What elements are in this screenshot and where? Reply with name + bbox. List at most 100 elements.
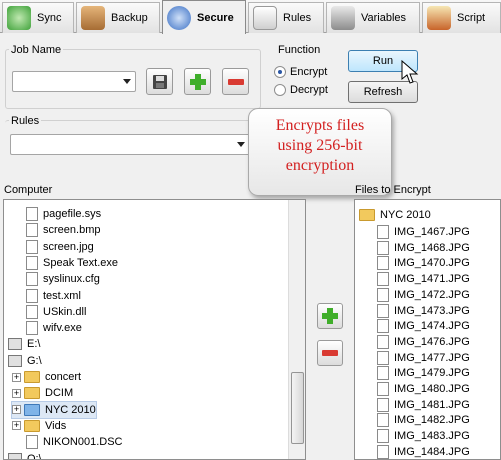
file-icon (26, 304, 38, 319)
add-job-button[interactable] (184, 68, 211, 95)
expand-icon[interactable]: + (12, 388, 21, 398)
tree-item[interactable]: wifv.exe (26, 320, 82, 336)
file-icon (377, 272, 389, 287)
file-row[interactable]: IMG_1471.JPG (377, 271, 470, 287)
tab-rules[interactable]: Rules (248, 2, 324, 33)
file-icon (26, 223, 38, 238)
delete-job-button[interactable] (222, 68, 249, 95)
file-row[interactable]: IMG_1468.JPG (377, 240, 470, 256)
plus-icon (322, 308, 338, 324)
files-tree[interactable]: NYC 2010 IMG_1467.JPG IMG_1468.JPG IMG_147… (354, 199, 501, 460)
file-icon (377, 444, 389, 459)
expand-icon[interactable]: + (12, 421, 21, 431)
file-icon (377, 256, 389, 271)
chevron-down-icon (123, 79, 131, 84)
file-icon (377, 240, 389, 255)
sync-icon (7, 6, 31, 30)
tree-item[interactable]: Speak Text.exe (26, 255, 118, 271)
file-icon (26, 435, 38, 450)
file-icon (377, 382, 389, 396)
job-name-combo[interactable] (12, 71, 136, 92)
remove-files-button[interactable] (317, 340, 343, 366)
box-icon (81, 6, 105, 30)
tree-item[interactable]: pagefile.sys (26, 206, 101, 222)
file-icon (377, 429, 389, 444)
files-root-folder[interactable]: NYC 2010 (359, 207, 431, 223)
rules-combo[interactable] (10, 134, 250, 155)
function-label: Function (276, 44, 323, 56)
computer-label: Computer (4, 184, 53, 196)
file-icon (26, 255, 38, 270)
tab-variables[interactable]: Variables (326, 2, 420, 33)
tab-secure[interactable]: Secure (162, 0, 246, 34)
tree-item[interactable]: screen.bmp (26, 222, 100, 238)
file-row[interactable]: IMG_1479.JPG (377, 365, 470, 381)
file-icon (377, 303, 389, 318)
tree-item[interactable]: + concert (12, 369, 81, 385)
tab-sync[interactable]: Sync (2, 2, 74, 33)
tree-item[interactable]: syslinux.cfg (26, 271, 100, 287)
computer-scrollbar[interactable] (288, 200, 305, 459)
file-row[interactable]: IMG_1472.JPG (377, 287, 470, 303)
tree-item[interactable]: screen.jpg (26, 239, 94, 255)
add-files-button[interactable] (317, 303, 343, 329)
file-row[interactable]: IMG_1482.JPG (377, 412, 470, 428)
file-row[interactable]: IMG_1477.JPG (377, 350, 470, 366)
scroll-thumb[interactable] (291, 372, 304, 444)
secure-panel: Job Name Function Encrypt Decrypt Run Re… (0, 33, 501, 460)
tree-item[interactable]: + DCIM (12, 385, 73, 401)
folder-icon (24, 419, 40, 432)
tree-item[interactable]: + NYC 2010 (11, 400, 97, 419)
file-row[interactable]: IMG_1483.JPG (377, 428, 470, 444)
file-row[interactable]: IMG_1467.JPG (377, 224, 470, 240)
tree-item[interactable]: G:\ (8, 353, 42, 369)
tree-item[interactable]: test.xml (26, 288, 81, 304)
save-icon (152, 74, 167, 89)
tab-bar: Sync Backup Secure Rules Variables Scrip… (0, 0, 501, 34)
radio-selected-icon (274, 66, 286, 78)
encrypt-radio[interactable]: Encrypt (274, 66, 327, 78)
file-icon (377, 413, 389, 428)
encrypt-tooltip: Encrypts files using 256-bit encryption (248, 108, 392, 196)
expand-icon[interactable]: + (12, 372, 21, 382)
expand-icon[interactable]: + (12, 405, 21, 415)
computer-tree[interactable]: pagefile.sys screen.bmp screen.jpg Speak Te… (3, 199, 306, 460)
file-row[interactable]: IMG_1481.JPG (377, 397, 470, 413)
job-name-label: Job Name (9, 44, 64, 56)
file-row[interactable]: IMG_1473.JPG (377, 303, 470, 319)
mouse-pointer-icon (401, 60, 419, 84)
script-icon (427, 6, 451, 30)
file-row[interactable]: IMG_1476.JPG (377, 334, 470, 350)
file-row[interactable]: IMG_1480.JPG (377, 381, 470, 397)
tab-backup[interactable]: Backup (76, 2, 160, 33)
tree-item[interactable]: E:\ (8, 336, 40, 352)
tab-script[interactable]: Script (422, 2, 501, 33)
folder-icon (359, 209, 375, 221)
file-icon (26, 321, 38, 336)
file-icon (377, 225, 389, 239)
file-row[interactable]: IMG_1484.JPG (377, 444, 470, 459)
tree-item[interactable]: Q:\ (8, 451, 42, 459)
minus-icon (322, 350, 338, 356)
file-icon (377, 287, 389, 302)
files-label: Files to Encrypt (355, 184, 431, 196)
tree-item[interactable]: + Vids (12, 418, 66, 434)
file-icon (26, 272, 38, 287)
file-icon (377, 350, 389, 365)
file-row[interactable]: IMG_1474.JPG (377, 318, 470, 334)
file-row[interactable]: IMG_1470.JPG (377, 255, 470, 271)
file-icon (377, 334, 389, 349)
function-group (268, 49, 338, 109)
tree-item[interactable]: NIKON001.DSC (26, 434, 122, 450)
tree-item[interactable]: USkin.dll (26, 304, 86, 320)
file-icon (377, 366, 389, 381)
plus-icon (189, 73, 206, 90)
file-icon (377, 319, 389, 334)
folder-icon (24, 387, 40, 400)
radio-unselected-icon (274, 84, 286, 96)
file-icon (26, 288, 38, 303)
drive-icon (8, 452, 22, 459)
save-job-button[interactable] (146, 68, 173, 95)
decrypt-radio[interactable]: Decrypt (274, 84, 328, 96)
rules-icon (253, 6, 277, 30)
